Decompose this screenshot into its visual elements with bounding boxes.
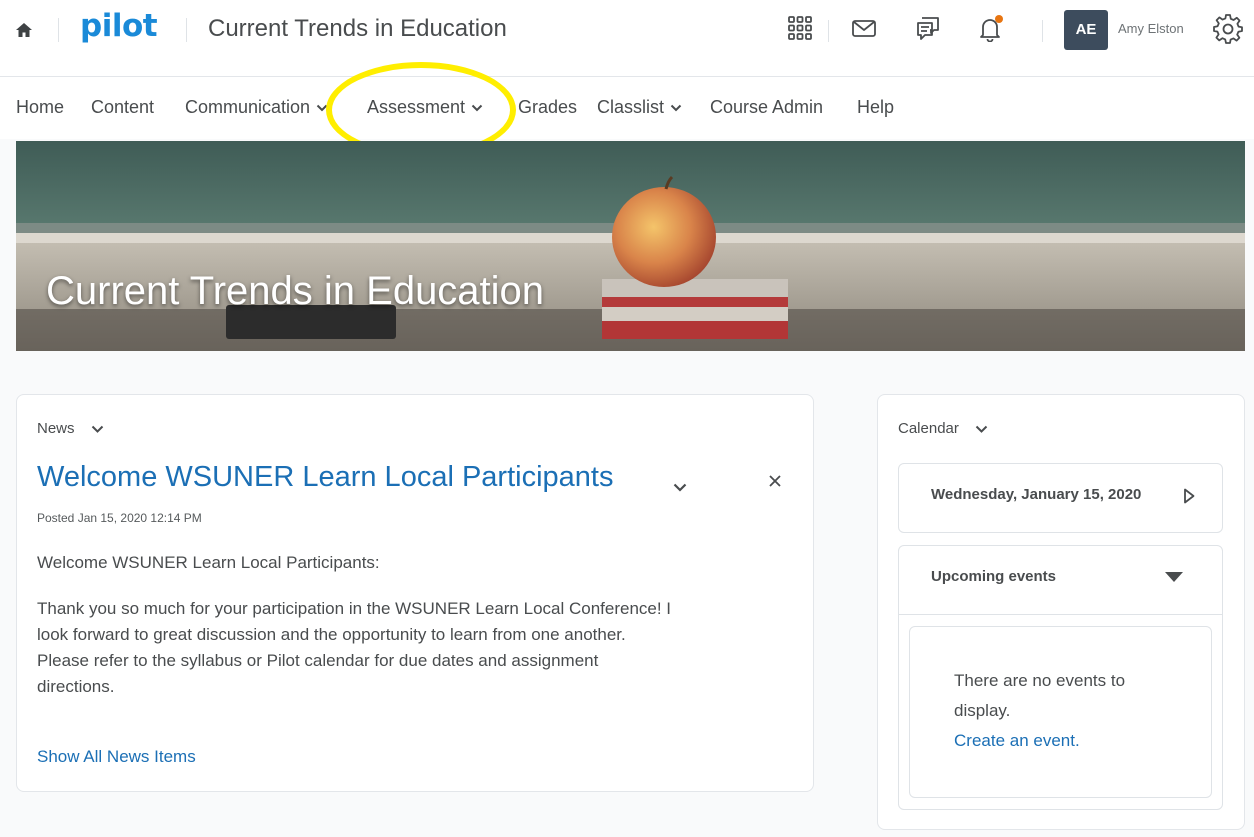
nav-item-classlist[interactable]: Classlist xyxy=(597,97,682,118)
nav-item-label: Help xyxy=(857,97,895,117)
chevron-down-icon[interactable] xyxy=(673,483,687,492)
triangle-right-icon[interactable] xyxy=(1183,488,1195,504)
upcoming-events-label[interactable]: Upcoming events xyxy=(931,568,1056,585)
home-icon[interactable] xyxy=(14,20,34,40)
nav-item-content[interactable]: Content xyxy=(91,97,154,118)
chat-icon[interactable] xyxy=(914,14,942,42)
close-icon[interactable] xyxy=(769,475,781,487)
waffle-grid-icon[interactable] xyxy=(786,14,814,42)
no-events-text: There are no events to xyxy=(954,671,1126,690)
banner-title: Current Trends in Education xyxy=(46,269,545,313)
news-item-title[interactable]: Welcome WSUNER Learn Local Participants xyxy=(37,461,613,494)
nav-item-assessment[interactable]: Assessment xyxy=(367,97,483,118)
gear-icon[interactable] xyxy=(1212,12,1244,44)
notification-dot xyxy=(995,15,1003,23)
chevron-down-icon xyxy=(471,105,483,112)
news-body-line: Please refer to the syllabus or Pilot ca… xyxy=(37,651,599,670)
nav-item-label: Content xyxy=(91,97,155,117)
upcoming-events-panel: Upcoming events There are no events to d… xyxy=(898,545,1223,810)
news-body-line: Thank you so much for your participation… xyxy=(37,599,672,618)
divider xyxy=(186,18,187,42)
nav-item-label: Course Admin xyxy=(710,97,824,117)
news-widget-title: News xyxy=(37,420,75,437)
calendar-date-header: Wednesday, January 15, 2020 xyxy=(898,463,1223,533)
chevron-down-icon xyxy=(91,425,103,433)
no-events-text: display. xyxy=(954,701,1011,720)
divider xyxy=(828,20,829,42)
nav-item-label: Assessment xyxy=(367,97,466,117)
calendar-widget-menu[interactable]: Calendar xyxy=(898,420,988,437)
calendar-widget-title: Calendar xyxy=(898,420,959,437)
create-event-link[interactable]: Create an event. xyxy=(954,731,1080,751)
news-widget-menu[interactable]: News xyxy=(37,420,104,437)
course-title-link[interactable]: Current Trends in Education xyxy=(208,15,507,43)
nav-item-help[interactable]: Help xyxy=(857,97,894,118)
divider xyxy=(1042,20,1043,42)
news-body-line: look forward to great discussion and the… xyxy=(37,625,626,644)
bell-icon[interactable] xyxy=(976,14,1004,42)
calendar-date[interactable]: Wednesday, January 15, 2020 xyxy=(931,486,1141,503)
nav-item-label: Communication xyxy=(185,97,311,117)
banner-image xyxy=(16,141,1245,351)
nav-item-home[interactable]: Home xyxy=(16,97,64,118)
nav-item-communication[interactable]: Communication xyxy=(185,97,328,118)
nav-item-grades[interactable]: Grades xyxy=(518,97,577,118)
nav-item-label: Grades xyxy=(518,97,578,117)
nav-item-label: Classlist xyxy=(597,97,665,117)
avatar[interactable]: AE xyxy=(1064,10,1108,50)
top-header: pilot Current Trends in Education AE Amy… xyxy=(0,0,1254,77)
chevron-down-icon xyxy=(975,425,988,433)
nav-item-label: Home xyxy=(16,97,65,117)
mail-icon[interactable] xyxy=(850,14,878,42)
divider xyxy=(58,18,59,42)
news-posted-date: Posted Jan 15, 2020 12:14 PM xyxy=(37,511,202,525)
chevron-down-icon xyxy=(316,105,328,112)
nav-item-course-admin[interactable]: Course Admin xyxy=(710,97,823,118)
pilot-logo[interactable]: pilot xyxy=(80,8,158,44)
show-all-news-link[interactable]: Show All News Items xyxy=(37,744,196,769)
calendar-widget: Calendar Wednesday, January 15, 2020 Upc… xyxy=(877,394,1245,830)
chevron-down-icon xyxy=(670,105,682,112)
news-body-line: directions. xyxy=(37,677,115,696)
caret-down-icon[interactable] xyxy=(1165,572,1183,582)
no-events-box: There are no events to display. Create a… xyxy=(909,626,1212,798)
news-widget: News Welcome WSUNER Learn Local Particip… xyxy=(16,394,814,792)
user-name[interactable]: Amy Elston xyxy=(1118,21,1184,36)
course-navbar: Home Content Communication Assessment Gr… xyxy=(0,77,1254,139)
divider xyxy=(899,614,1222,615)
course-banner: Current Trends in Education xyxy=(16,141,1245,351)
news-greeting: Welcome WSUNER Learn Local Participants: xyxy=(37,553,380,572)
